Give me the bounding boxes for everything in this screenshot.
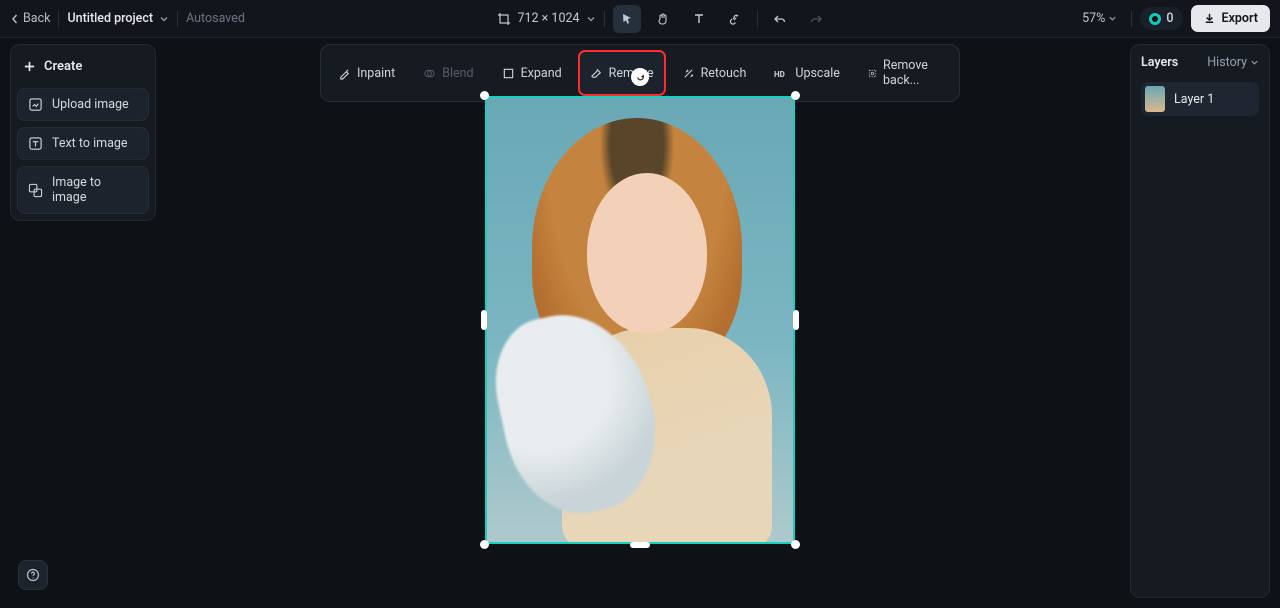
expand-label: Expand (521, 66, 562, 81)
back-button[interactable]: Back (10, 11, 50, 26)
resize-handle-tl[interactable] (480, 91, 489, 100)
blend-icon (423, 67, 436, 80)
right-panel: Layers History Layer 1 (1130, 44, 1270, 598)
hd-icon: HD (774, 68, 789, 79)
divider (58, 11, 59, 27)
history-tab[interactable]: History (1207, 55, 1259, 70)
text-icon (692, 12, 706, 26)
help-button[interactable] (18, 560, 48, 590)
text-to-image-label: Text to image (52, 136, 128, 151)
chevron-down-icon (1250, 58, 1259, 67)
text-to-image-icon (28, 136, 43, 151)
resize-handle-br[interactable] (791, 540, 800, 549)
image-content (587, 173, 707, 333)
rotate-icon (635, 72, 646, 83)
remove-background-button[interactable]: Remove back... (856, 50, 954, 96)
rotate-handle[interactable] (631, 68, 649, 86)
image-to-image-label: Image to image (52, 175, 138, 205)
divider (757, 11, 758, 27)
undo-button[interactable] (766, 5, 794, 33)
upload-image-icon (28, 97, 43, 112)
chevron-down-icon (586, 14, 596, 24)
link-icon (728, 12, 742, 26)
create-header[interactable]: Create (17, 51, 149, 82)
pointer-icon (620, 12, 634, 26)
top-bar: Back Untitled project Autosaved 712 × 10… (0, 0, 1280, 38)
eraser-icon (590, 67, 603, 80)
canvas-selection[interactable] (485, 96, 795, 544)
divider (604, 11, 605, 27)
resize-handle-tr[interactable] (791, 91, 800, 100)
project-name-label: Untitled project (67, 11, 153, 26)
chevron-down-icon (159, 14, 169, 24)
upscale-button[interactable]: HD Upscale (762, 50, 852, 96)
layer-thumbnail (1145, 86, 1165, 112)
upload-image-button[interactable]: Upload image (17, 88, 149, 121)
remove-bg-icon (868, 67, 877, 80)
redo-button[interactable] (802, 5, 830, 33)
canvas-size-label: 712 × 1024 (517, 11, 579, 26)
chevron-down-icon (1108, 14, 1117, 23)
divider (177, 11, 178, 27)
layers-title: Layers (1141, 55, 1178, 70)
autosave-status: Autosaved (186, 11, 245, 26)
redo-icon (809, 12, 823, 26)
hand-tool[interactable] (649, 5, 677, 33)
remove-bg-label: Remove back... (883, 58, 942, 88)
retouch-label: Retouch (701, 66, 747, 81)
hand-icon (656, 12, 670, 26)
chevron-left-icon (10, 14, 20, 24)
left-panel: Create Upload image Text to image Image … (10, 44, 156, 221)
canvas-size-control[interactable]: 712 × 1024 (497, 11, 595, 26)
back-label: Back (23, 11, 50, 26)
history-label: History (1207, 55, 1247, 70)
expand-icon (502, 67, 515, 80)
remove-button[interactable]: Remove (578, 50, 666, 96)
divider (1131, 11, 1132, 27)
credit-icon (1149, 13, 1161, 25)
plus-icon (23, 60, 36, 73)
expand-button[interactable]: Expand (490, 50, 574, 96)
layer-item-1[interactable]: Layer 1 (1141, 82, 1259, 116)
pointer-tool[interactable] (613, 5, 641, 33)
resize-handle-r[interactable] (793, 310, 799, 330)
retouch-icon (682, 67, 695, 80)
credits-pill[interactable]: 0 (1140, 7, 1182, 30)
upload-image-label: Upload image (52, 97, 129, 112)
create-label: Create (44, 59, 82, 74)
inpaint-icon (338, 67, 351, 80)
resize-handle-l[interactable] (481, 310, 487, 330)
project-name-dropdown[interactable]: Untitled project (67, 11, 169, 26)
layer-name: Layer 1 (1174, 92, 1214, 107)
upscale-label: Upscale (795, 66, 840, 81)
retouch-button[interactable]: Retouch (670, 50, 759, 96)
link-tool[interactable] (721, 5, 749, 33)
crop-icon (497, 12, 511, 26)
image-to-image-icon (28, 183, 43, 198)
inpaint-button[interactable]: Inpaint (326, 50, 407, 96)
resize-handle-bl[interactable] (480, 540, 489, 549)
text-tool[interactable] (685, 5, 713, 33)
text-to-image-button[interactable]: Text to image (17, 127, 149, 160)
export-button[interactable]: Export (1191, 5, 1270, 32)
blend-label: Blend (442, 66, 473, 81)
credits-value: 0 (1166, 11, 1173, 26)
svg-text:HD: HD (774, 70, 785, 79)
inpaint-label: Inpaint (357, 66, 395, 81)
resize-handle-b[interactable] (630, 542, 650, 548)
export-label: Export (1222, 11, 1258, 26)
zoom-display[interactable]: 57% (1082, 11, 1117, 26)
image-to-image-button[interactable]: Image to image (17, 166, 149, 214)
download-icon (1203, 12, 1216, 25)
help-icon (26, 568, 40, 582)
canvas-image[interactable] (485, 96, 795, 544)
undo-icon (773, 12, 787, 26)
blend-button: Blend (411, 50, 485, 96)
